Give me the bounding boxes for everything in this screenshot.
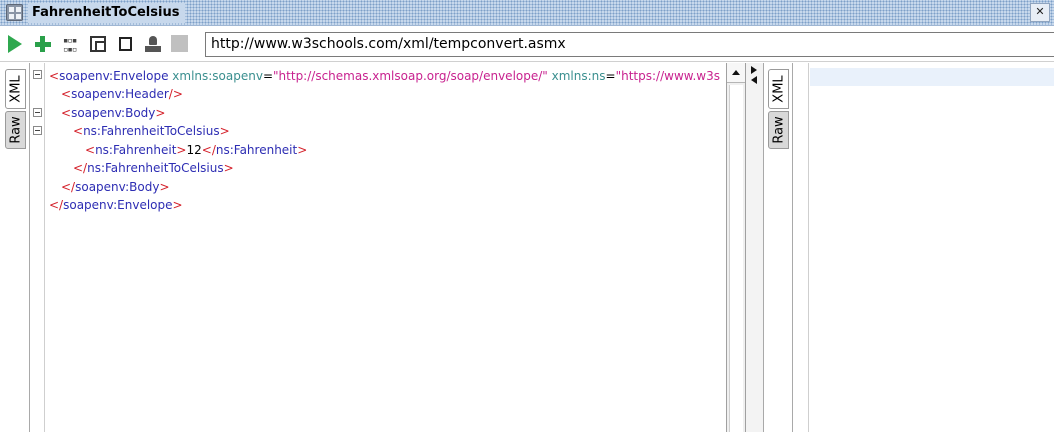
fahrenheit-value: 12 [186,143,202,157]
close-icon: ✕ [1035,5,1045,18]
tab-xml[interactable]: XML [768,69,789,109]
xml-line: </soapenv:Body> [61,180,170,194]
collapse-left-icon[interactable] [751,76,757,84]
grid-icon[interactable]: ▪▫▪ ▫▪▫ [63,37,81,55]
expand-icon[interactable] [90,36,106,52]
soap-request-icon [6,4,23,21]
stop-icon[interactable] [171,35,188,52]
close-button[interactable]: ✕ [1030,3,1050,22]
panel-splitter[interactable] [746,63,764,432]
add-icon[interactable] [34,35,52,53]
fold-gutter [31,63,45,432]
play-icon[interactable] [6,35,24,53]
collapse-right-icon[interactable] [751,66,757,74]
xml-line: </soapenv:Envelope> [49,198,183,212]
stamp-icon[interactable] [144,35,162,53]
xml-line: <soapenv:Header/> [61,87,183,101]
response-view-tabs: XML Raw [765,63,793,432]
xml-line: <ns:FahrenheitToCelsius> [73,124,230,138]
fold-collapse-icon[interactable] [33,108,42,117]
response-fold-gutter [793,63,809,432]
request-xml-editor[interactable]: <soapenv:Envelope xmlns:soapenv="http://… [46,63,726,432]
tab-xml[interactable]: XML [5,69,26,109]
vertical-scrollbar[interactable] [726,63,746,432]
endpoint-url-input[interactable]: http://www.w3schools.com/xml/tempconvert… [205,32,1054,57]
fold-collapse-icon[interactable] [33,126,42,135]
title-bar: FahrenheitToCelsius ✕ [0,0,1054,26]
current-line-highlight [810,68,1054,86]
xml-line: <soapenv:Envelope xmlns:soapenv="http://… [49,69,720,83]
window-title: FahrenheitToCelsius [28,3,186,23]
square-icon[interactable] [119,37,132,51]
xml-line: <ns:Fahrenheit>12</ns:Fahrenheit> [85,143,308,157]
scroll-up-icon[interactable] [727,63,745,83]
response-xml-editor[interactable] [810,63,1054,432]
tab-raw[interactable]: Raw [5,111,26,149]
fold-collapse-icon[interactable] [33,70,42,79]
scroll-thumb[interactable] [729,85,743,432]
request-view-tabs: XML Raw [0,63,30,432]
request-toolbar: ▪▫▪ ▫▪▫ http://www.w3schools.com/xml/temp… [0,27,1054,62]
tab-raw[interactable]: Raw [768,111,789,149]
xml-line: <soapenv:Body> [61,106,166,120]
xml-line: </ns:FahrenheitToCelsius> [73,161,234,175]
